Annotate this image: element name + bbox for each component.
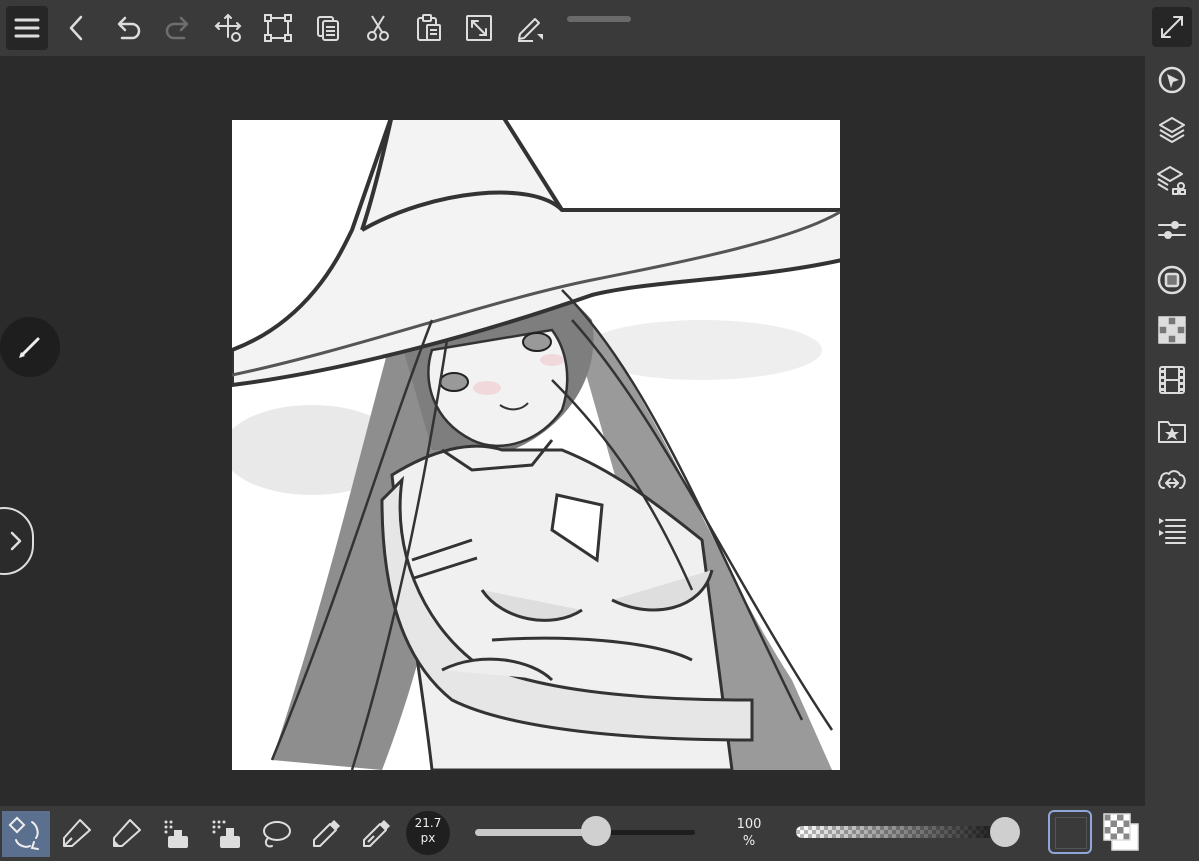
pencil-icon[interactable] [102,811,150,857]
layer-list-icon[interactable] [1152,510,1192,550]
brush-shortcut-button[interactable] [0,317,60,377]
right-panel [1145,0,1199,861]
back-icon[interactable] [56,6,98,50]
favorites-icon[interactable] [1152,410,1192,450]
transparent-color-icon[interactable] [1102,812,1140,852]
pen-icon[interactable] [52,811,100,857]
color-swatch[interactable] [1048,810,1092,854]
opacity-track [796,826,1016,838]
material-icon[interactable] [1152,160,1192,200]
brush-size-indicator[interactable]: 21.7 px [406,811,450,855]
layers-icon[interactable] [1152,110,1192,150]
share-icon[interactable] [1152,460,1192,500]
brush-size-fill [475,829,597,836]
current-color [1055,817,1087,849]
copy-icon[interactable] [307,6,349,50]
cut-icon[interactable] [357,6,399,50]
undo-icon[interactable] [107,6,149,50]
lasso-icon[interactable] [252,811,300,857]
filter-icon[interactable] [1152,260,1192,300]
redo-icon[interactable] [157,6,199,50]
opacity-slider[interactable] [796,817,1020,847]
navigator-icon[interactable] [1152,60,1192,100]
eyedropper-icon[interactable] [302,811,350,857]
fit-screen-icon[interactable] [458,6,500,50]
artwork-sketch [232,120,840,770]
pencil-icon [19,337,40,358]
crop-icon[interactable] [257,6,299,50]
opacity-value: 100 [736,817,762,832]
paste-icon[interactable] [408,6,450,50]
opacity-indicator: 100 % [728,816,770,850]
side-panel-toggle[interactable] [0,507,34,575]
drawing-canvas[interactable] [232,120,840,770]
opacity-unit: % [742,834,756,849]
menu-icon[interactable] [6,6,48,50]
brush-size-unit: px [420,831,436,845]
opacity-thumb[interactable] [990,817,1020,847]
tile-icon[interactable] [1152,310,1192,350]
brush-size-slider[interactable] [475,816,695,846]
eyedropper-alt-icon[interactable] [352,811,400,857]
airbrush-icon[interactable] [202,811,250,857]
select-transform-icon[interactable] [2,811,50,857]
toolbar-handle[interactable] [567,16,631,22]
brush-size-value: 21.7 [414,816,442,830]
transform-move-icon[interactable] [207,6,249,50]
animation-icon[interactable] [1152,360,1192,400]
pen-settings-icon[interactable] [508,6,550,50]
fullscreen-icon[interactable] [1152,7,1192,47]
top-toolbar [0,0,1145,56]
adjust-icon[interactable] [1152,210,1192,250]
spray-icon[interactable] [152,811,200,857]
chevron-right-icon [10,531,22,551]
